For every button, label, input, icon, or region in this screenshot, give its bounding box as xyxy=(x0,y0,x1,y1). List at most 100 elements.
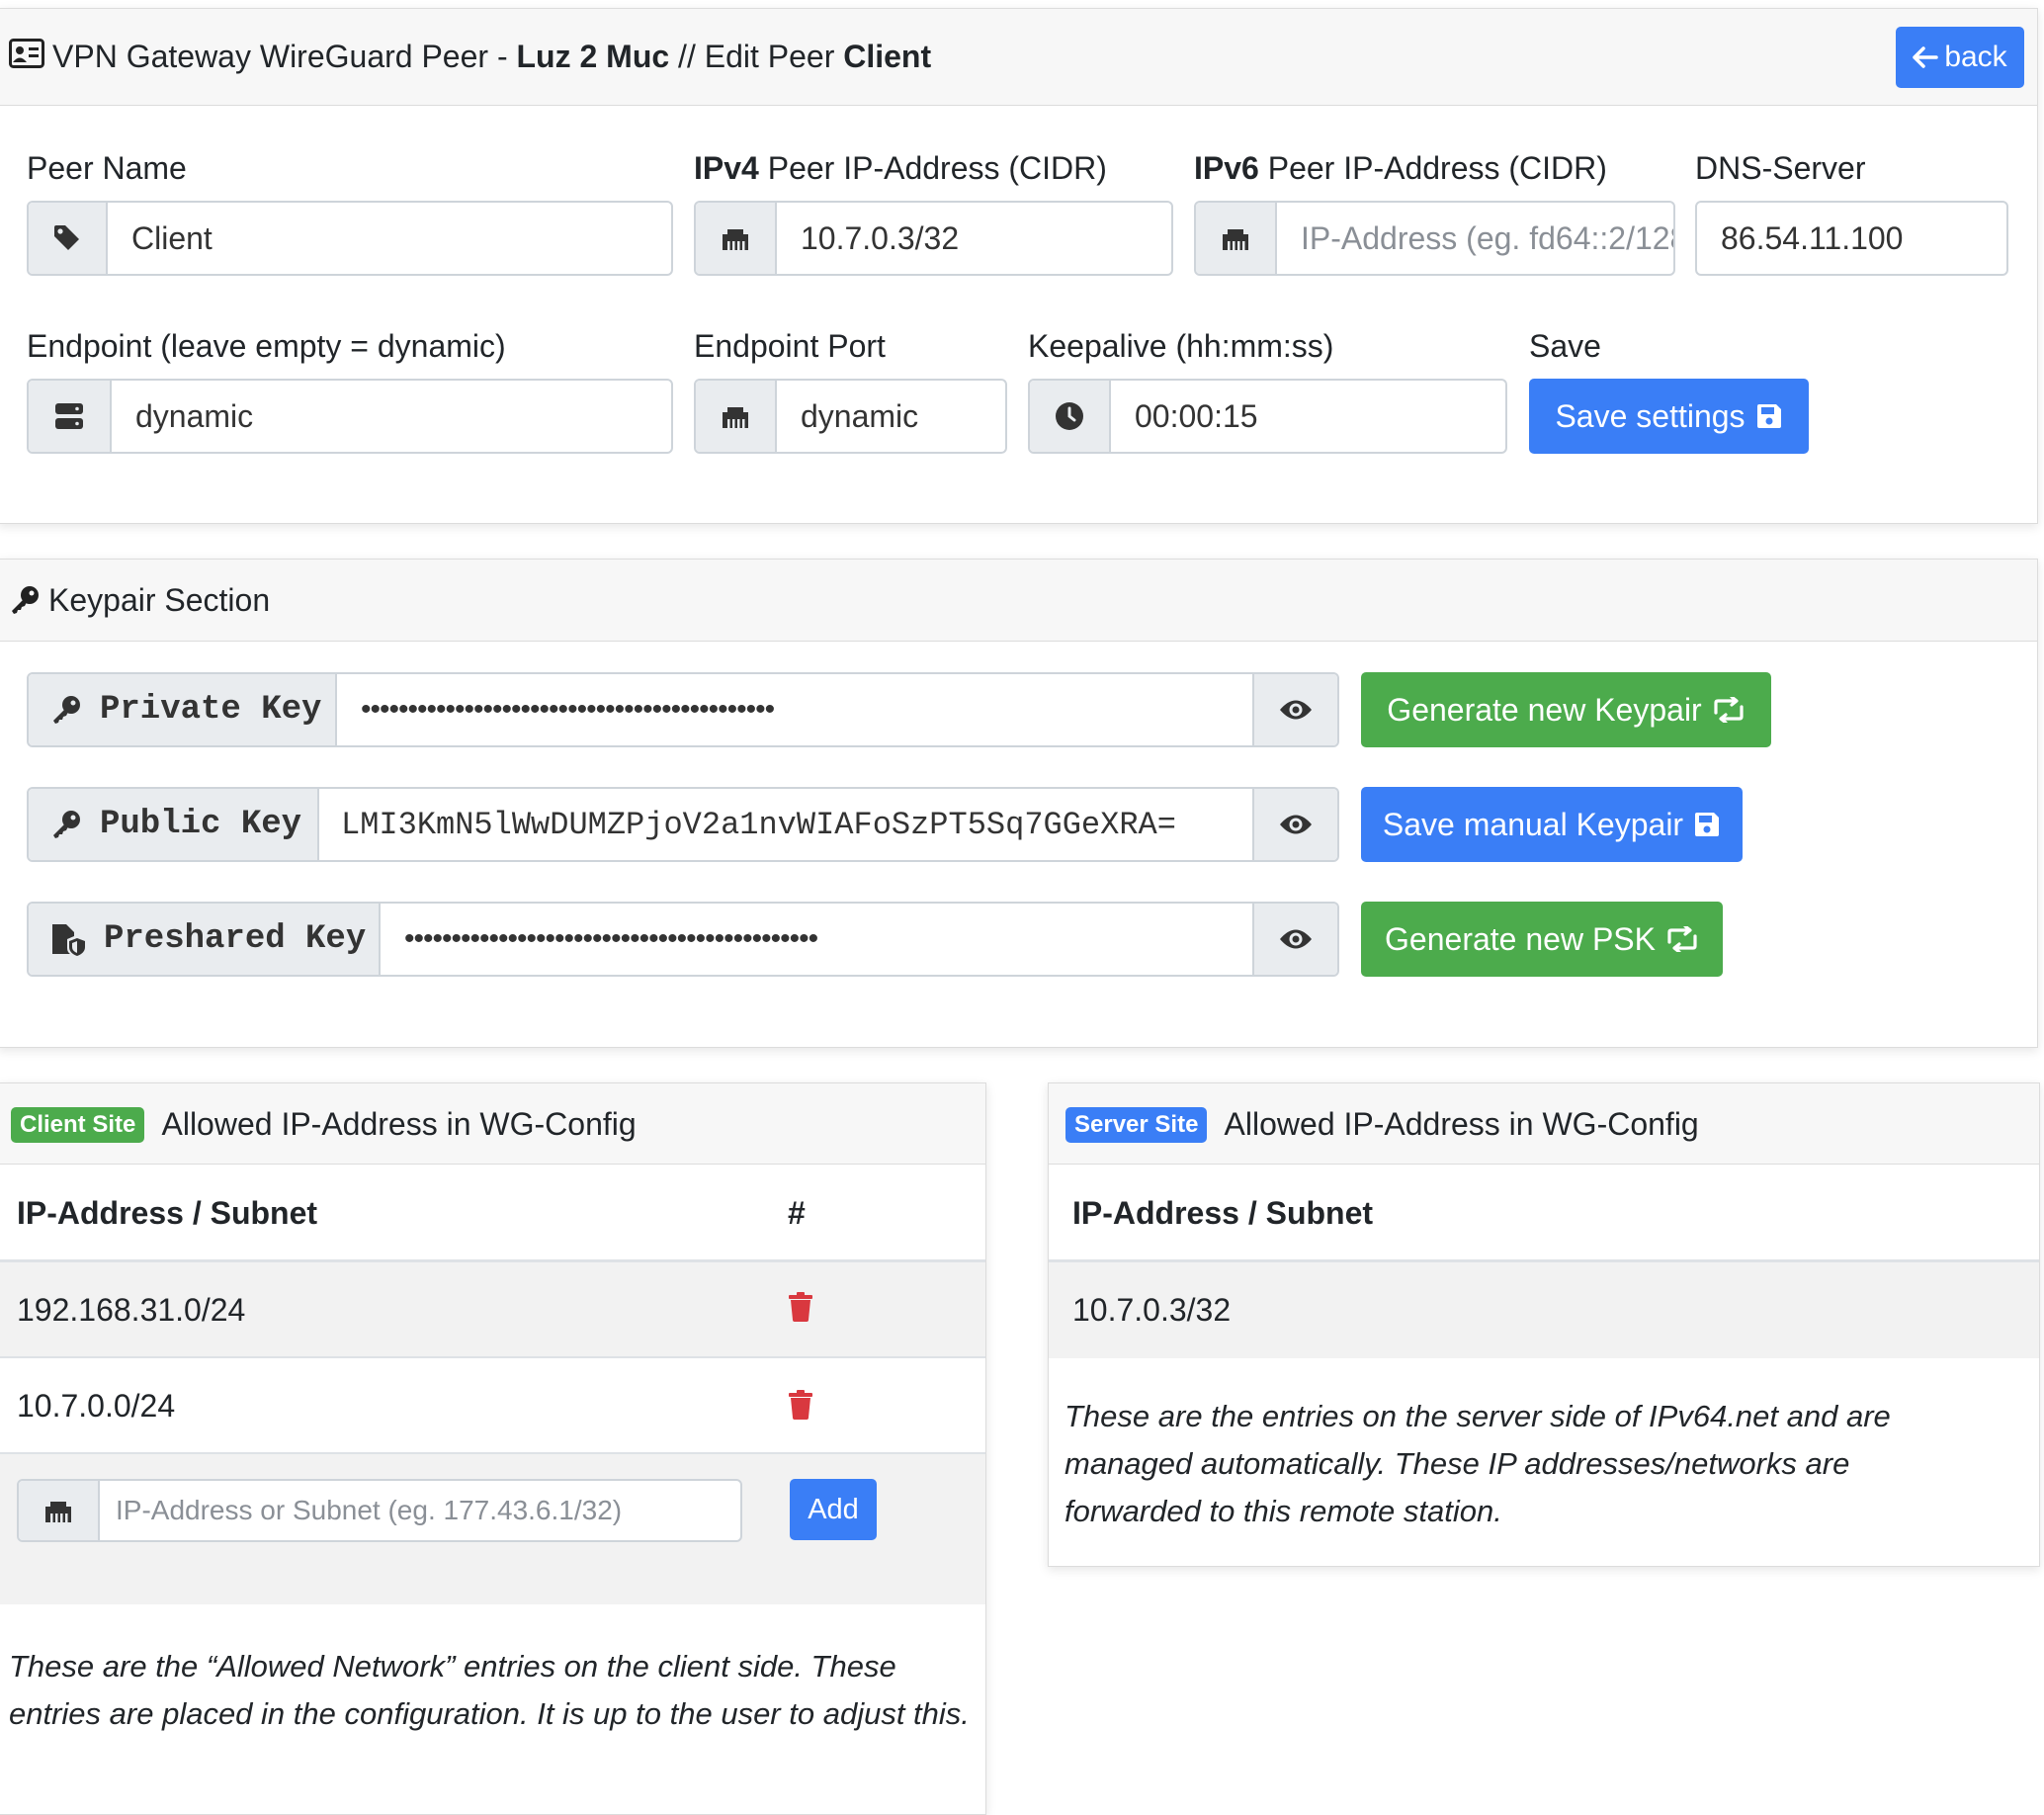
keepalive-label: Keepalive (hh:mm:ss) xyxy=(1028,328,1334,364)
save-settings-button[interactable]: Save settings xyxy=(1529,379,1809,454)
client-row-address: 192.168.31.0/24 xyxy=(17,1292,246,1328)
server-site-badge: Server Site xyxy=(1065,1106,1208,1143)
save-label: Save xyxy=(1529,328,1601,364)
table-row: 10.7.0.0/24 xyxy=(0,1358,985,1454)
floppy-disk-icon xyxy=(1695,813,1720,836)
ethernet-icon xyxy=(1196,203,1277,274)
peer-settings-header: VPN Gateway WireGuard Peer - Luz 2 Muc /… xyxy=(0,9,2037,106)
peer-name-label: Peer Name xyxy=(27,150,187,186)
client-site-title-text: Allowed IP-Address in WG-Config xyxy=(154,1106,637,1142)
private-key-group: Private Key ••••••••••••••••••••••••••••… xyxy=(27,672,1339,747)
private-key-label: Private Key xyxy=(100,691,322,729)
refresh-icon xyxy=(1714,697,1744,723)
public-key-addon: Public Key xyxy=(29,789,319,860)
client-table-header: IP-Address / Subnet # xyxy=(0,1166,985,1262)
tag-icon xyxy=(29,203,108,274)
keypair-title: Keypair Section xyxy=(48,582,271,618)
server-site-title: Server Site Allowed IP-Address in WG-Con… xyxy=(1065,1106,1699,1143)
back-button[interactable]: back xyxy=(1896,27,2024,88)
arrow-left-icon xyxy=(1913,46,1939,68)
public-key-input[interactable]: LMI3KmN5lWwDUMZPjoV2a1nvWIAFoSzPT5Sq7GGe… xyxy=(319,789,1252,860)
ipv6-label-bold: IPv6 xyxy=(1194,150,1259,186)
peer-settings-card: VPN Gateway WireGuard Peer - Luz 2 Muc /… xyxy=(0,8,2038,524)
title-prefix: VPN Gateway WireGuard Peer - xyxy=(52,39,517,74)
add-button-label: Add xyxy=(808,1493,859,1525)
keepalive-group: 00:00:15 xyxy=(1028,379,1507,454)
dns-label: DNS-Server xyxy=(1695,150,1866,186)
peer-name-input[interactable]: Client xyxy=(108,203,671,274)
server-icon xyxy=(29,381,112,452)
save-manual-keypair-label: Save manual Keypair xyxy=(1382,806,1684,842)
client-row-address: 10.7.0.0/24 xyxy=(17,1388,176,1424)
ipv4-label: IPv4 Peer IP-Address (CIDR) xyxy=(694,150,1107,187)
generate-keypair-label: Generate new Keypair xyxy=(1387,691,1702,728)
id-card-icon xyxy=(9,39,44,73)
key-icon xyxy=(53,811,80,838)
file-shield-icon xyxy=(52,924,85,956)
eye-icon[interactable] xyxy=(1252,904,1337,975)
preshared-key-label: Preshared Key xyxy=(104,920,367,958)
server-site-title-text: Allowed IP-Address in WG-Config xyxy=(1217,1106,1699,1142)
trash-icon[interactable] xyxy=(788,1390,813,1425)
add-address-row: IP-Address or Subnet (eg. 177.43.6.1/32)… xyxy=(0,1454,985,1604)
private-key-addon: Private Key xyxy=(29,674,337,745)
back-label: back xyxy=(1944,41,2007,73)
endpoint-input[interactable]: dynamic xyxy=(112,381,671,452)
client-site-badge: Client Site xyxy=(11,1106,145,1143)
endpoint-group: dynamic xyxy=(27,379,673,454)
endpoint-port-group: dynamic xyxy=(694,379,1007,454)
ethernet-icon xyxy=(19,1481,100,1540)
preshared-key-group: Preshared Key ••••••••••••••••••••••••••… xyxy=(27,902,1339,977)
ipv4-input[interactable]: 10.7.0.3/32 xyxy=(777,203,1171,274)
public-key-label: Public Key xyxy=(100,806,302,843)
client-site-header: Client Site Allowed IP-Address in WG-Con… xyxy=(0,1083,985,1165)
ipv4-label-rest: Peer IP-Address (CIDR) xyxy=(758,150,1107,186)
client-site-title: Client Site Allowed IP-Address in WG-Con… xyxy=(11,1106,637,1143)
title-middle: // Edit Peer xyxy=(669,39,844,74)
add-address-group: IP-Address or Subnet (eg. 177.43.6.1/32) xyxy=(17,1479,742,1542)
private-key-input[interactable]: ••••••••••••••••••••••••••••••••••••••••… xyxy=(337,674,1252,745)
keypair-header: Keypair Section xyxy=(0,560,2037,642)
table-row: 10.7.0.3/32 xyxy=(1049,1262,2039,1358)
ipv6-label-rest: Peer IP-Address (CIDR) xyxy=(1258,150,1607,186)
dns-input[interactable]: 86.54.11.100 xyxy=(1697,203,2006,274)
keepalive-input[interactable]: 00:00:15 xyxy=(1111,381,1505,452)
key-icon xyxy=(53,696,80,724)
key-icon xyxy=(9,584,41,621)
eye-icon[interactable] xyxy=(1252,789,1337,860)
endpoint-port-input[interactable]: dynamic xyxy=(777,381,1005,452)
eye-icon[interactable] xyxy=(1252,674,1337,745)
preshared-key-input[interactable]: ••••••••••••••••••••••••••••••••••••••••… xyxy=(381,904,1252,975)
table-row: 192.168.31.0/24 xyxy=(0,1262,985,1358)
ipv4-label-bold: IPv4 xyxy=(694,150,759,186)
generate-keypair-button[interactable]: Generate new Keypair xyxy=(1361,672,1771,747)
clock-icon xyxy=(1030,381,1111,452)
preshared-key-addon: Preshared Key xyxy=(29,904,381,975)
client-site-note: These are the “Allowed Network” entries … xyxy=(9,1649,970,1731)
server-row-address: 10.7.0.3/32 xyxy=(1072,1292,1232,1328)
ipv6-input[interactable]: IP-Address (eg. fd64::2/128) xyxy=(1277,203,1673,274)
ipv6-group: IP-Address (eg. fd64::2/128) xyxy=(1194,201,1675,276)
refresh-icon xyxy=(1667,926,1697,952)
floppy-disk-icon xyxy=(1756,404,1781,428)
generate-psk-label: Generate new PSK xyxy=(1385,920,1656,957)
page-title: VPN Gateway WireGuard Peer - Luz 2 Muc /… xyxy=(52,39,931,75)
ethernet-icon xyxy=(696,381,777,452)
endpoint-port-label: Endpoint Port xyxy=(694,328,886,364)
server-site-header: Server Site Allowed IP-Address in WG-Con… xyxy=(1049,1083,2039,1165)
add-button[interactable]: Add xyxy=(790,1479,877,1540)
trash-icon[interactable] xyxy=(788,1292,813,1327)
keypair-card: Keypair Section Private Key ••••••••••••… xyxy=(0,559,2038,1048)
server-site-note: These are the entries on the server side… xyxy=(1065,1399,1891,1528)
save-settings-label: Save settings xyxy=(1555,397,1746,434)
peer-name-group: Client xyxy=(27,201,673,276)
endpoint-label: Endpoint (leave empty = dynamic) xyxy=(27,328,506,364)
generate-psk-button[interactable]: Generate new PSK xyxy=(1361,902,1723,977)
server-col-address: IP-Address / Subnet xyxy=(1072,1195,1374,1231)
gateway-name: Luz 2 Muc xyxy=(516,39,670,74)
ipv6-label: IPv6 Peer IP-Address (CIDR) xyxy=(1194,150,1607,187)
client-col-action: # xyxy=(788,1195,806,1231)
add-address-input[interactable]: IP-Address or Subnet (eg. 177.43.6.1/32) xyxy=(100,1481,740,1540)
server-table-header: IP-Address / Subnet xyxy=(1049,1166,2039,1262)
save-manual-keypair-button[interactable]: Save manual Keypair xyxy=(1361,787,1743,862)
